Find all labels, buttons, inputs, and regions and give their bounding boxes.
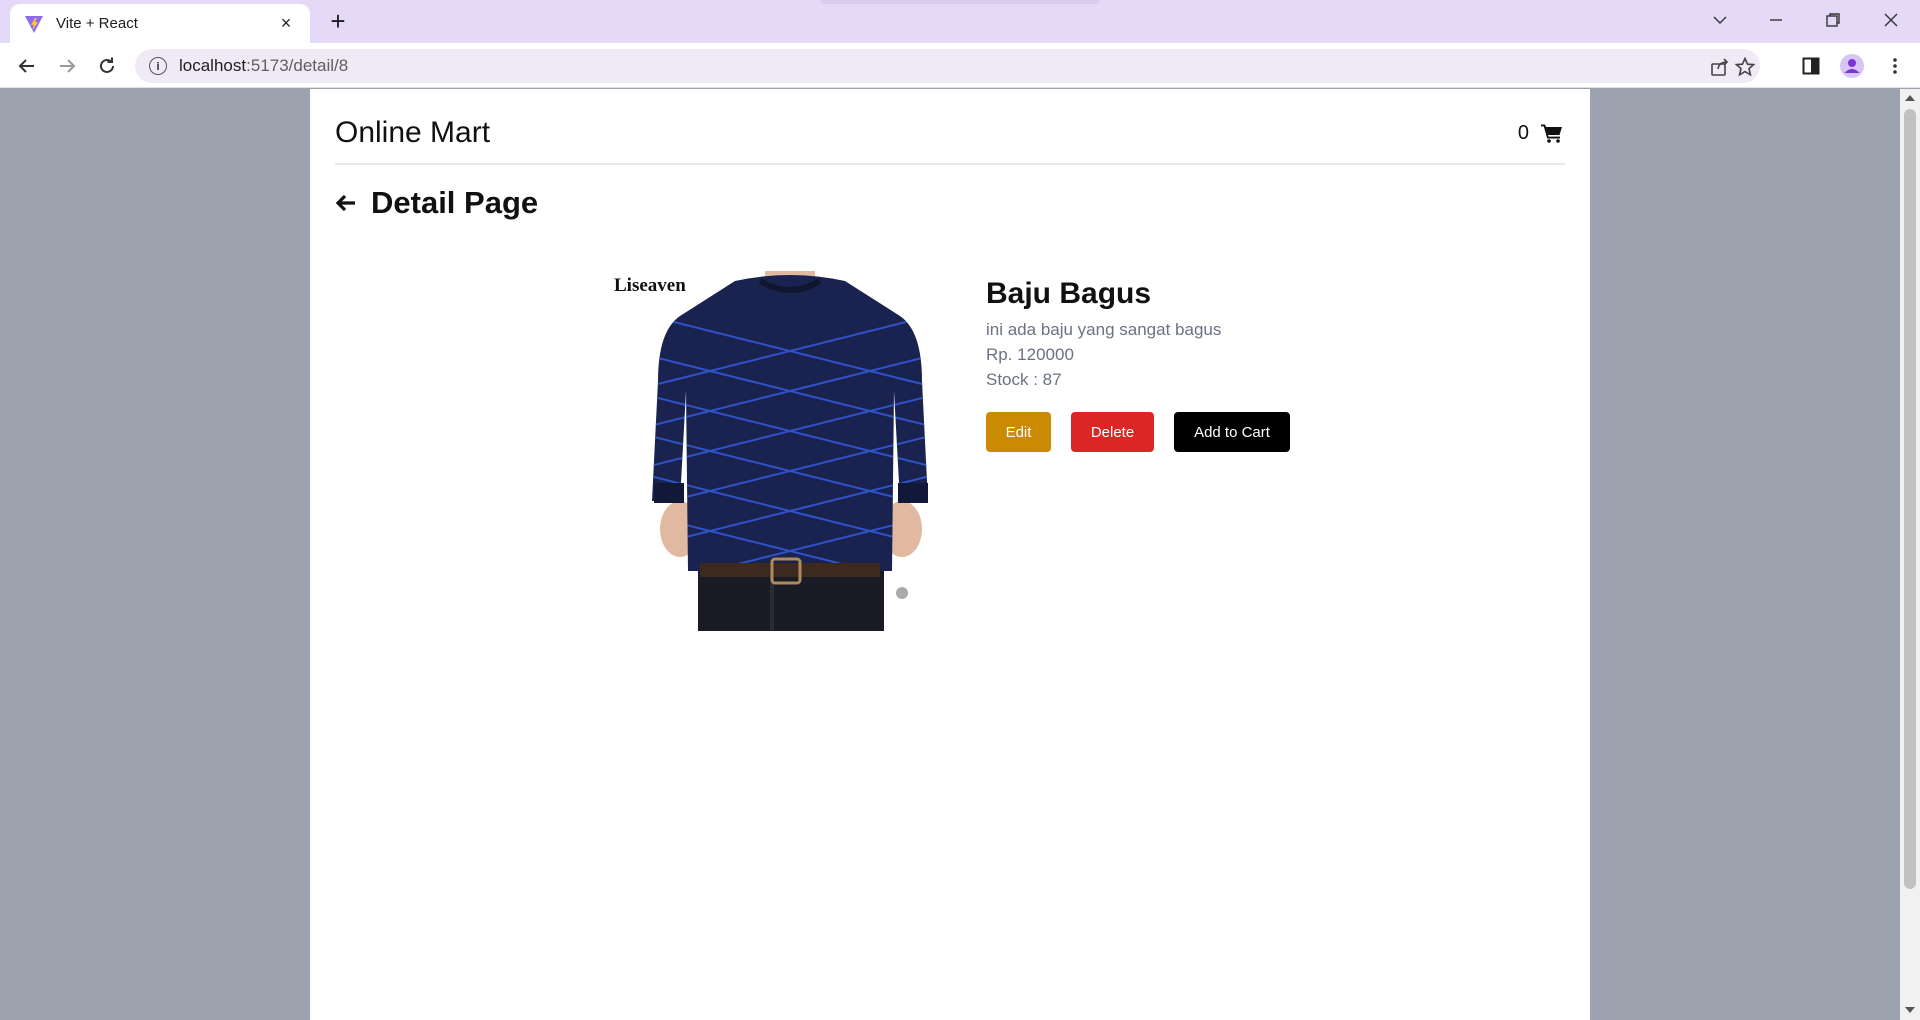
share-icon[interactable] xyxy=(1710,57,1730,77)
new-tab-button[interactable]: + xyxy=(324,7,352,35)
tab-search-handle xyxy=(820,0,1100,4)
add-to-cart-button[interactable]: Add to Cart xyxy=(1174,412,1290,452)
main-container: Online Mart 0 Detail Page Liseaven Baju … xyxy=(310,89,1590,1020)
vite-logo-icon xyxy=(25,15,43,33)
site-header: Online Mart 0 xyxy=(335,89,1565,165)
tab-search-chevron-icon[interactable] xyxy=(1700,6,1740,34)
arrow-left-icon[interactable] xyxy=(335,192,357,214)
page-title: Detail Page xyxy=(371,185,539,220)
minimize-icon[interactable] xyxy=(1756,6,1796,34)
forward-button[interactable] xyxy=(52,51,82,81)
address-bar[interactable]: i localhost:5173/detail/8 xyxy=(135,49,1760,83)
more-menu-icon[interactable] xyxy=(1881,52,1909,80)
url-text[interactable]: localhost:5173/detail/8 xyxy=(179,56,348,76)
scroll-down-icon[interactable] xyxy=(1905,1007,1915,1013)
profile-avatar-icon[interactable] xyxy=(1838,52,1866,80)
back-button[interactable] xyxy=(12,51,42,81)
product-name: Baju Bagus xyxy=(986,277,1152,310)
product-description: ini ada baju yang sangat bagus xyxy=(986,320,1222,339)
product-stock: Stock : 87 xyxy=(986,370,1062,389)
cart-icon[interactable] xyxy=(1541,123,1563,143)
site-info-icon[interactable]: i xyxy=(149,57,167,75)
close-window-icon[interactable] xyxy=(1871,6,1911,34)
product-info: Baju Bagus ini ada baju yang sangat bagu… xyxy=(986,271,1290,631)
reload-icon[interactable] xyxy=(92,51,122,81)
delete-button[interactable]: Delete xyxy=(1071,412,1154,452)
browser-toolbar: i localhost:5173/detail/8 xyxy=(0,43,1920,88)
product-price: Rp. 120000 xyxy=(986,345,1074,364)
scroll-thumb[interactable] xyxy=(1904,109,1916,889)
edit-button[interactable]: Edit xyxy=(986,412,1051,452)
cart-count: 0 xyxy=(1517,121,1529,144)
tab-close-icon[interactable]: × xyxy=(276,13,296,34)
restore-icon[interactable] xyxy=(1813,6,1853,34)
site-brand[interactable]: Online Mart xyxy=(335,116,490,150)
bookmark-star-icon[interactable] xyxy=(1734,56,1756,77)
product-detail: Liseaven Baju Bagus ini ada baju yang sa… xyxy=(610,271,1290,631)
tab-strip: Vite + React × + xyxy=(0,0,1920,43)
product-brand-mark: Liseaven xyxy=(614,275,686,296)
cart-indicator[interactable]: 0 xyxy=(1518,122,1565,145)
page-scrollbar[interactable] xyxy=(1900,89,1920,1020)
browser-tab[interactable]: Vite + React × xyxy=(10,4,310,43)
product-image: Liseaven xyxy=(610,271,970,631)
product-actions: Edit Delete Add to Cart xyxy=(986,412,1290,452)
side-panel-icon[interactable] xyxy=(1797,52,1825,80)
tab-title: Vite + React xyxy=(56,15,138,32)
page-viewport: Online Mart 0 Detail Page Liseaven Baju … xyxy=(0,89,1900,1020)
page-title-row: Detail Page xyxy=(335,185,1565,221)
scroll-up-icon[interactable] xyxy=(1905,95,1915,101)
